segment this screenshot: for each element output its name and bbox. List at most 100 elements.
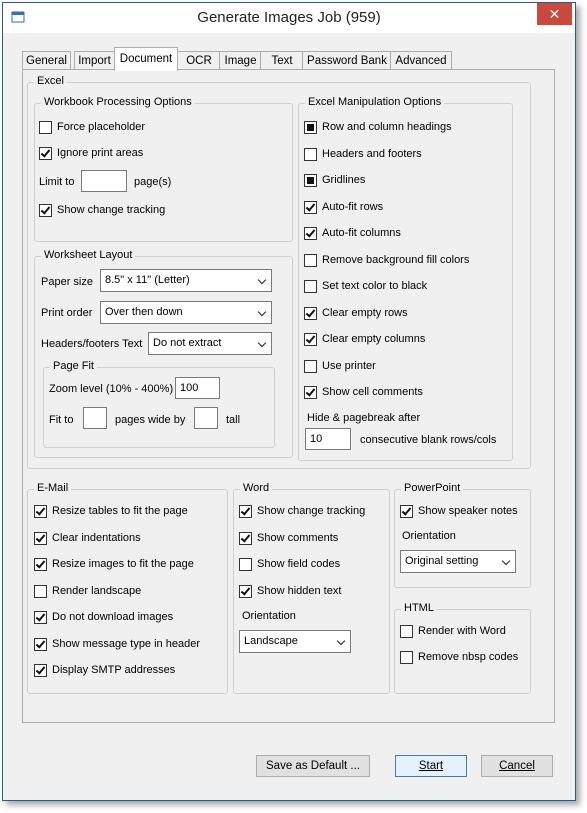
worksheet-layout-label: Worksheet Layout [41, 249, 136, 261]
word-orientation-select[interactable]: Landscape [239, 630, 351, 653]
excel-gridlines-label: Gridlines [322, 174, 366, 186]
html-group-label: HTML [401, 602, 437, 614]
zoom-level-input[interactable]: 100 [175, 377, 220, 399]
close-button[interactable]: ✕ [537, 3, 572, 25]
chevron-down-icon [336, 636, 346, 646]
tab-import[interactable]: Import [74, 51, 115, 70]
excel-show-cell-comments-checkbox[interactable] [304, 386, 317, 399]
email-show-message-type-in-header-checkbox[interactable] [34, 637, 47, 651]
ignore-print-areas-checkbox[interactable] [39, 147, 52, 160]
start-button[interactable]: Start [395, 755, 467, 777]
force-placeholder-checkbox[interactable] [39, 121, 52, 134]
chevron-down-icon [257, 275, 267, 285]
excel-remove-background-fill-colors-checkbox[interactable] [304, 253, 317, 267]
excel-set-text-color-to-black-checkbox[interactable] [304, 280, 317, 293]
cancel-button-label: Cancel [499, 760, 535, 772]
excel-clear-empty-columns-checkbox[interactable] [304, 333, 317, 346]
ignore-print-areas-label: Ignore print areas [57, 147, 144, 159]
tab-image[interactable]: Image [219, 51, 262, 70]
html-remove-nbsp-codes-label: Remove nbsp codes [418, 651, 519, 663]
email-render-landscape-checkbox[interactable] [34, 584, 47, 598]
excel-use-printer-label: Use printer [322, 359, 376, 372]
fit-pages-tall-input[interactable] [194, 407, 218, 429]
print-order-select[interactable]: Over then down [100, 301, 272, 324]
email-resize-tables-to-fit-the-page-checkbox[interactable] [34, 505, 47, 518]
html-render-with-word-checkbox[interactable] [400, 625, 413, 638]
chevron-down-icon [257, 338, 267, 348]
headers-footers-select[interactable]: Do not extract [148, 332, 272, 355]
email-resize-images-to-fit-the-page-label: Resize images to fit the page [52, 558, 194, 570]
excel-gridlines-checkbox[interactable] [304, 174, 317, 187]
show-change-tracking-excel-checkbox[interactable] [39, 204, 52, 217]
word-group-label: Word [240, 482, 273, 494]
excel-manipulation-label: Excel Manipulation Options [305, 96, 445, 108]
window-title: Generate Images Job (959) [197, 9, 381, 26]
tab-text[interactable]: Text [260, 51, 304, 70]
page-fit-group: Page Fit [43, 360, 275, 448]
headers-footers-text-label: Headers/footers Text [41, 338, 143, 350]
excel-auto-fit-rows-checkbox[interactable] [304, 200, 317, 214]
excel-show-cell-comments-label: Show cell comments [322, 386, 423, 398]
excel-row-and-column-headings-checkbox[interactable] [304, 121, 317, 134]
word-orientation-label: Orientation [242, 610, 296, 622]
print-order-value: Over then down [105, 306, 183, 318]
email-clear-indentations-label: Clear indentations [52, 531, 141, 544]
show-change-tracking-excel-label: Show change tracking [57, 204, 166, 216]
excel-auto-fit-columns-checkbox[interactable] [304, 227, 317, 240]
zoom-level-label: Zoom level (10% - 400%) [49, 383, 174, 395]
excel-clear-empty-rows-checkbox[interactable] [304, 306, 317, 320]
excel-clear-empty-rows-label: Clear empty rows [322, 306, 408, 319]
email-clear-indentations-checkbox[interactable] [34, 531, 47, 545]
fit-pages-wide-input[interactable] [83, 407, 107, 429]
word-orientation-value: Landscape [244, 635, 298, 647]
pages-label: page(s) [134, 176, 172, 188]
workbook-options-label: Workbook Processing Options [41, 96, 195, 108]
word-show-comments-checkbox[interactable] [239, 531, 252, 545]
page-fit-label: Page Fit [50, 360, 97, 372]
powerpoint-orientation-label: Orientation [402, 530, 456, 542]
print-order-label: Print order [41, 307, 93, 319]
email-display-smtp-addresses-checkbox[interactable] [34, 664, 47, 677]
cancel-button[interactable]: Cancel [481, 755, 553, 777]
email-do-not-download-images-checkbox[interactable] [34, 611, 47, 624]
excel-headers-and-footers-checkbox[interactable] [304, 147, 317, 161]
email-display-smtp-addresses-label: Display SMTP addresses [52, 664, 176, 676]
email-render-landscape-label: Render landscape [52, 584, 142, 597]
excel-set-text-color-to-black-label: Set text color to black [322, 280, 428, 292]
word-show-comments-label: Show comments [257, 531, 339, 544]
blank-rows-input[interactable]: 10 [305, 428, 351, 450]
html-remove-nbsp-codes-checkbox[interactable] [400, 651, 413, 664]
email-group-label: E-Mail [34, 482, 72, 494]
tab-document[interactable]: Document [114, 47, 178, 71]
pages-wide-by-label: pages wide by [115, 414, 186, 426]
limit-to-input[interactable] [81, 170, 127, 192]
powerpoint-orientation-select[interactable]: Original setting [400, 550, 516, 573]
excel-headers-and-footers-label: Headers and footers [322, 147, 422, 160]
powerpoint-orientation-value: Original setting [405, 555, 479, 567]
tall-label: tall [226, 414, 241, 426]
headers-footers-value: Do not extract [153, 337, 222, 349]
email-show-message-type-in-header-label: Show message type in header [52, 637, 200, 650]
save-as-default-button[interactable]: Save as Default ... [256, 755, 370, 777]
excel-use-printer-checkbox[interactable] [304, 359, 317, 373]
limit-to-label: Limit to [39, 176, 75, 188]
word-show-field-codes-checkbox[interactable] [239, 558, 252, 571]
email-resize-tables-to-fit-the-page-label: Resize tables to fit the page [52, 505, 188, 517]
email-resize-images-to-fit-the-page-checkbox[interactable] [34, 558, 47, 571]
tab-advanced[interactable]: Advanced [390, 51, 452, 70]
consecutive-blank-label: consecutive blank rows/cols [360, 434, 497, 446]
tab-general[interactable]: General [22, 51, 71, 70]
word-show-hidden-text-checkbox[interactable] [239, 584, 252, 598]
speaker-notes-checkbox[interactable] [400, 505, 413, 518]
word-show-field-codes-label: Show field codes [257, 558, 341, 570]
paper-size-select[interactable]: 8.5" x 11" (Letter) [100, 269, 272, 292]
excel-group-label: Excel [34, 75, 67, 87]
chevron-down-icon [501, 556, 511, 566]
tab-password-bank[interactable]: Password Bank [302, 51, 392, 70]
word-show-change-tracking-checkbox[interactable] [239, 505, 252, 518]
email-do-not-download-images-label: Do not download images [52, 611, 174, 623]
hide-pagebreak-label: Hide & pagebreak after [307, 412, 421, 424]
word-show-change-tracking-label: Show change tracking [257, 505, 366, 517]
tab-ocr[interactable]: OCR [177, 51, 221, 70]
title-bar[interactable]: Generate Images Job (959) ✕ [3, 3, 575, 33]
